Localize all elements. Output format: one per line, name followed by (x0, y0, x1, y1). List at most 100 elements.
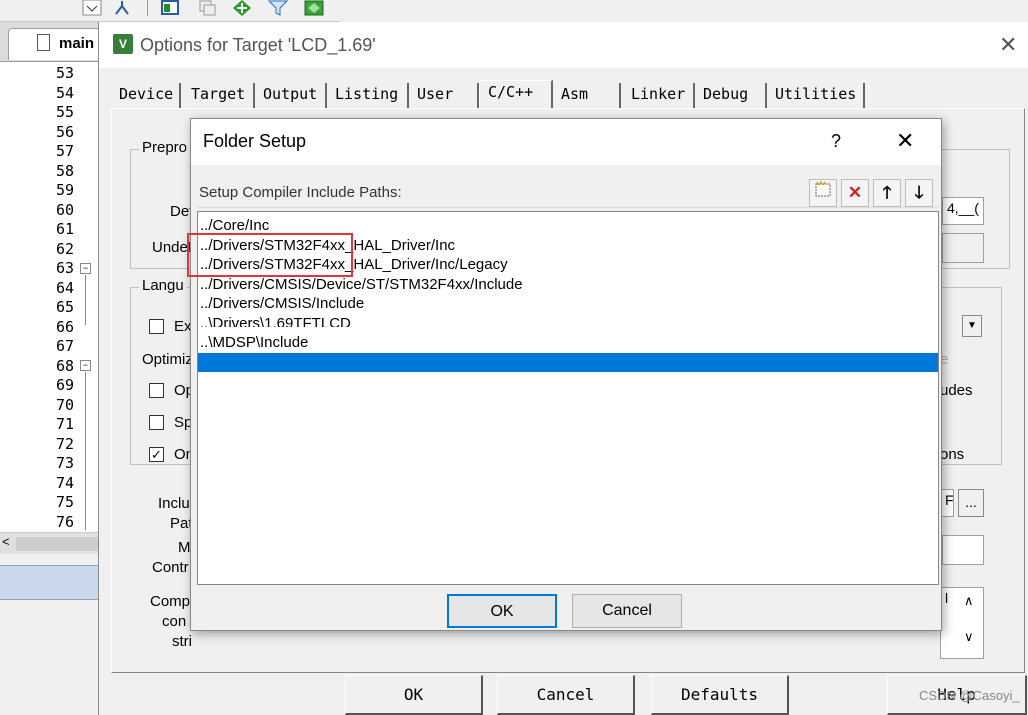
fold-line (85, 372, 86, 530)
scroll-thumb[interactable] (16, 537, 100, 551)
language-label: Langu (139, 277, 187, 294)
line-number: 70 (55, 395, 74, 414)
help-icon[interactable]: ? (831, 131, 841, 152)
options-partial-label: ons (940, 446, 965, 463)
execute-only-checkbox[interactable] (149, 319, 164, 334)
line-number: 60 (55, 200, 74, 219)
line-number: 56 (55, 122, 74, 141)
tab-user[interactable]: User (409, 83, 479, 108)
defaults-button[interactable]: Defaults (651, 675, 789, 715)
folder-setup-titlebar: Folder Setup ? ✕ (191, 119, 941, 165)
include-paths-header: Setup Compiler Include Paths: ✕ 🡑 🡓 (197, 178, 939, 208)
scroll-left-icon[interactable]: < (2, 534, 10, 549)
line-number: 54 (55, 83, 74, 102)
tab-asm[interactable]: Asm (553, 83, 621, 108)
misc-controls-label-2: Contr (152, 559, 189, 576)
optimize-checkbox[interactable] (149, 383, 164, 398)
line-number: 74 (55, 473, 74, 492)
line-number: 61 (55, 220, 74, 238)
copy-icon[interactable] (197, 0, 217, 16)
new-folder-icon[interactable] (809, 179, 837, 207)
ok-button[interactable]: OK (447, 594, 557, 628)
list-item[interactable]: ..\Drivers\1.69TFTLCD (198, 314, 938, 327)
options-titlebar: V Options for Target 'LCD_1.69' ✕ (99, 22, 1028, 68)
define-field[interactable]: 4,__( (942, 197, 984, 225)
cancel-button[interactable]: Cancel (572, 594, 682, 628)
editor-tab-main[interactable]: main (8, 28, 100, 60)
tab-device[interactable]: Device (111, 83, 181, 108)
list-item-selected[interactable] (198, 352, 938, 372)
line-number: 66 (55, 317, 74, 336)
editor-horizontal-scrollbar[interactable]: < (0, 532, 100, 554)
file-icon (37, 34, 50, 51)
include-paths-label: Inclu (158, 495, 190, 512)
line-number: 68 (55, 356, 74, 375)
compiler-control-string[interactable]: l (940, 587, 984, 659)
move-up-icon[interactable]: 🡑 (873, 179, 901, 207)
options-title: Options for Target 'LCD_1.69' (140, 35, 376, 55)
watermark: CSDN @Casoyi_ (919, 688, 1020, 703)
window-icon[interactable] (160, 0, 180, 16)
diamond-icon[interactable] (232, 0, 252, 16)
line-number: 71 (55, 415, 74, 433)
fold-collapse-icon[interactable]: − (80, 263, 91, 274)
close-icon[interactable]: ✕ (896, 128, 914, 154)
line-number: 57 (55, 142, 74, 160)
list-item[interactable]: ../Drivers/CMSIS/Device/ST/STM32F4xx/Inc… (198, 275, 938, 294)
list-item[interactable]: ..\MDSP\Include (198, 333, 938, 352)
tab-debug[interactable]: Debug (695, 83, 767, 108)
include-paths-header-label: Setup Compiler Include Paths: (199, 184, 402, 201)
line-number: 72 (55, 434, 74, 453)
optimization-label: Optimiz (142, 351, 193, 368)
chevron-down-icon[interactable]: ▼ (962, 315, 982, 337)
preprocessor-label: Prepro (139, 139, 191, 156)
scroll-up-icon[interactable]: ∧ (964, 593, 974, 609)
line-number: 55 (55, 103, 74, 121)
dropdown-icon[interactable] (82, 0, 102, 16)
line-number: 65 (55, 298, 74, 316)
misc-controls-label: M (178, 539, 191, 556)
ide-bottom-panel (0, 565, 100, 600)
cancel-button[interactable]: Cancel (497, 675, 635, 715)
misc-controls-field[interactable] (942, 535, 984, 565)
move-down-icon[interactable]: 🡓 (905, 179, 933, 207)
scroll-down-icon[interactable]: ∨ (964, 629, 974, 645)
tab-target[interactable]: Target (183, 83, 255, 108)
editor-tab-strip: main (0, 22, 100, 62)
hierarchy-icon[interactable] (112, 0, 132, 16)
folder-setup-title: Folder Setup (203, 131, 307, 151)
one-elf-checkbox[interactable]: ✓ (149, 447, 164, 462)
folder-setup-dialog: Folder Setup ? ✕ Setup Compiler Include … (187, 118, 942, 631)
line-number: 73 (55, 454, 74, 472)
include-paths-field[interactable]: F (940, 489, 954, 517)
tab-output[interactable]: Output (255, 83, 327, 108)
undefine-field[interactable] (942, 233, 984, 263)
compiler-control-label-2: con (162, 613, 187, 630)
line-number: 67 (55, 337, 74, 355)
red-highlight-box (187, 233, 353, 277)
list-item[interactable]: ../Drivers/CMSIS/Include (198, 294, 938, 313)
line-number: 69 (55, 376, 74, 394)
line-number: 53 (55, 64, 74, 82)
tab-c-cpp[interactable]: C/C++ (479, 80, 553, 108)
line-number: 64 (55, 278, 74, 297)
delete-icon[interactable]: ✕ (841, 179, 869, 207)
tab-listing[interactable]: Listing (327, 83, 409, 108)
browse-include-button[interactable]: ... (958, 489, 984, 517)
compiler-control-label: Comp (150, 593, 191, 610)
tab-utilities[interactable]: Utilities (767, 83, 865, 108)
split-sections-checkbox[interactable] (149, 415, 164, 430)
fold-collapse-icon[interactable]: − (80, 360, 91, 371)
editor-tab-label: main (59, 35, 95, 52)
line-number: 58 (55, 161, 74, 180)
pack-icon[interactable] (304, 0, 324, 16)
filter-icon[interactable] (268, 0, 288, 16)
line-number: 59 (55, 181, 74, 199)
line-number: 62 (55, 239, 74, 258)
keil-app-icon: V (113, 34, 133, 54)
tab-linker[interactable]: Linker (623, 83, 695, 108)
fold-line (85, 275, 86, 325)
ok-button[interactable]: OK (345, 675, 483, 715)
close-icon[interactable]: ✕ (999, 32, 1017, 58)
compiler-control-label-3: stri (172, 633, 192, 650)
